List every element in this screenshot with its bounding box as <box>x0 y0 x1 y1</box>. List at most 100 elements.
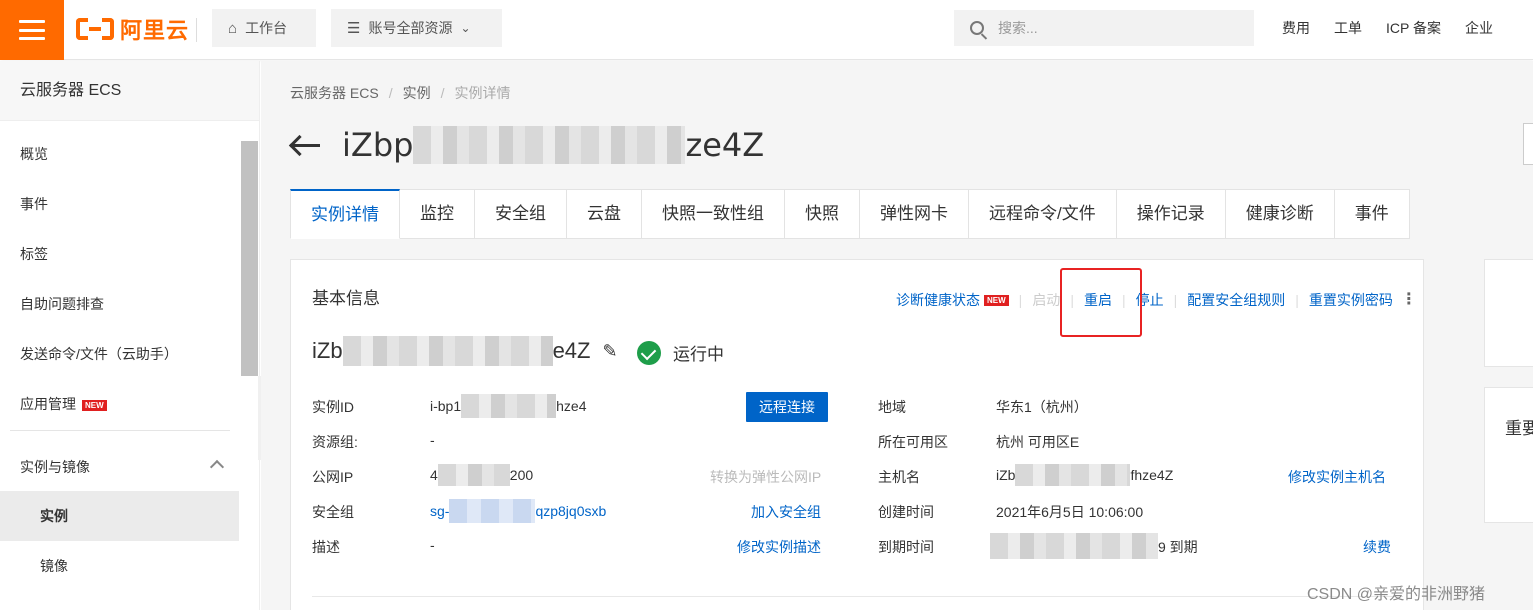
important-label: 重要 <box>1505 419 1533 438</box>
resource-label: 账号全部资源 <box>368 20 453 36</box>
instance-actions: 诊断健康状态 NEW | 启动 | 重启 | 停止 | 配置安全组规则 | 重置… <box>896 290 1417 310</box>
sidebar-title: 云服务器 ECS <box>0 61 259 121</box>
card-title: 基本信息 <box>312 289 380 308</box>
sidebar-item-overview[interactable]: 概览 <box>0 129 240 179</box>
sidebar-item-tags[interactable]: 标签 <box>0 229 240 279</box>
edit-pencil-icon[interactable]: ✎ <box>602 341 617 362</box>
watermark: CSDN @亲爱的非洲野猪 <box>1307 586 1486 603</box>
sidebar: 云服务器 ECS 概览 事件 标签 自助问题排查 发送命令/文件（云助手） 应用… <box>0 61 260 610</box>
tab-operation-log[interactable]: 操作记录 <box>1116 189 1226 239</box>
sidebar-item-images[interactable]: 镜像 <box>0 541 240 591</box>
sidebar-item-events[interactable]: 事件 <box>0 179 240 229</box>
search-placeholder: 搜索... <box>998 20 1038 36</box>
renew-link[interactable]: 续费 <box>1363 537 1391 557</box>
search-input[interactable]: 搜索... <box>954 10 1254 46</box>
tab-monitoring[interactable]: 监控 <box>400 189 475 239</box>
check-circle-icon <box>637 340 661 365</box>
menu-button[interactable] <box>0 0 64 60</box>
instance-id-value: i-bp1 hze4 <box>430 394 587 418</box>
description-value: - <box>430 537 435 553</box>
sidebar-item-troubleshoot[interactable]: 自助问题排查 <box>0 279 240 329</box>
brand-name: 阿里云 <box>120 18 190 43</box>
sidebar-group-label: 实例与镜像 <box>20 459 90 475</box>
top-right-control[interactable] <box>1523 123 1533 165</box>
workbench-button[interactable]: ⌂ 工作台 <box>212 9 316 47</box>
page-title: iZbp ze4Z <box>290 123 764 167</box>
title-suffix: ze4Z <box>685 126 765 164</box>
security-rules-link[interactable]: 配置安全组规则 <box>1187 290 1285 310</box>
tab-snapshots[interactable]: 快照 <box>785 189 860 239</box>
tab-security-group[interactable]: 安全组 <box>475 189 567 239</box>
basic-info-card: 基本信息 诊断健康状态 NEW | 启动 | 重启 | 停止 | 配置安全组规则… <box>290 259 1424 610</box>
redacted-blur <box>342 336 553 366</box>
public-ip-value: 4 200 <box>430 464 533 486</box>
top-link-icp[interactable]: ICP 备案 <box>1386 18 1441 38</box>
tab-events[interactable]: 事件 <box>1334 189 1410 239</box>
join-security-group-link[interactable]: 加入安全组 <box>751 502 821 522</box>
breadcrumb-current: 实例详情 <box>454 85 511 101</box>
instance-name-prefix: iZb <box>312 338 343 363</box>
breadcrumb-ecs[interactable]: 云服务器 ECS <box>290 85 379 101</box>
right-side-panel <box>1484 259 1533 367</box>
created-time-value: 2021年6月5日 10:06:00 <box>996 504 1144 520</box>
label-public-ip: 公网IP <box>312 469 354 485</box>
hamburger-icon <box>19 20 45 40</box>
label-zone: 所在可用区 <box>878 434 948 450</box>
label-resource-group: 资源组: <box>312 434 358 450</box>
chevron-up-icon <box>209 459 225 475</box>
sidebar-item-app-management[interactable]: 应用管理 NEW <box>0 379 240 429</box>
start-button[interactable]: 启动 <box>1032 290 1060 310</box>
label-created-time: 创建时间 <box>878 504 934 520</box>
edit-hostname-link[interactable]: 修改实例主机名 <box>1288 467 1386 487</box>
breadcrumb-instances[interactable]: 实例 <box>403 85 431 101</box>
expire-time-value: 9 到期 <box>990 533 1198 560</box>
tab-health-diagnosis[interactable]: 健康诊断 <box>1225 189 1335 239</box>
reset-password-link[interactable]: 重置实例密码 <box>1309 290 1393 310</box>
tab-bar: 实例详情 监控 安全组 云盘 快照一致性组 快照 弹性网卡 远程命令/文件 操作… <box>290 189 1410 239</box>
aliyun-logo-icon <box>76 16 114 42</box>
label-hostname: 主机名 <box>878 469 920 485</box>
server-icon: ☰ <box>347 20 361 37</box>
convert-eip-link[interactable]: 转换为弹性公网IP <box>710 467 821 487</box>
search-icon <box>970 21 984 35</box>
edit-description-link[interactable]: 修改实例描述 <box>737 537 821 557</box>
label-description: 描述 <box>312 539 340 555</box>
tab-instance-details[interactable]: 实例详情 <box>290 189 400 239</box>
label-instance-id: 实例ID <box>312 399 354 415</box>
right-side-panel-important: 重要 <box>1484 387 1533 523</box>
label-expire-time: 到期时间 <box>878 539 934 555</box>
divider <box>196 18 197 42</box>
resource-group-value: - <box>430 432 435 448</box>
top-link-enterprise[interactable]: 企业 <box>1465 18 1493 38</box>
redacted-blur <box>413 126 686 164</box>
breadcrumb: 云服务器 ECS / 实例 / 实例详情 <box>290 85 511 101</box>
new-badge: NEW <box>984 294 1009 306</box>
top-link-billing[interactable]: 费用 <box>1282 18 1310 38</box>
sidebar-scrollbar[interactable] <box>241 141 258 376</box>
tab-eni[interactable]: 弹性网卡 <box>860 189 969 239</box>
security-group-link[interactable]: sg-qzp8jq0sxb <box>430 499 606 523</box>
sidebar-item-send-command[interactable]: 发送命令/文件（云助手） <box>0 329 240 379</box>
card-divider <box>312 596 1403 597</box>
remote-connect-button[interactable]: 远程连接 <box>746 392 828 422</box>
instance-name: iZb e4Z ✎ <box>312 336 618 366</box>
sidebar-item-label: 应用管理 <box>20 396 76 412</box>
sidebar-group-instances-images[interactable]: 实例与镜像 <box>0 442 240 492</box>
tab-remote-command[interactable]: 远程命令/文件 <box>969 189 1117 239</box>
resource-selector[interactable]: ☰ 账号全部资源 ⌄ <box>331 9 502 47</box>
tab-snapshot-consistency[interactable]: 快照一致性组 <box>642 189 785 239</box>
label-security-group: 安全组 <box>312 504 354 520</box>
new-badge: NEW <box>82 399 107 411</box>
status-badge: 运行中 <box>637 340 724 365</box>
main-content: 云服务器 ECS / 实例 / 实例详情 iZbp ze4Z 实例详情 监控 安全组 云… <box>261 61 1533 610</box>
sidebar-item-instances[interactable]: 实例 <box>0 491 239 541</box>
instance-name-suffix: e4Z <box>552 338 591 363</box>
top-link-ticket[interactable]: 工单 <box>1334 18 1362 38</box>
tab-disks[interactable]: 云盘 <box>567 189 642 239</box>
brand-logo[interactable]: 阿里云 <box>76 14 189 44</box>
diagnose-health-link[interactable]: 诊断健康状态 <box>896 290 980 310</box>
sidebar-divider <box>10 430 230 431</box>
zone-value: 杭州 可用区E <box>996 434 1080 450</box>
more-vertical-icon[interactable]: ⋮ <box>1401 292 1417 308</box>
back-arrow-icon[interactable] <box>290 135 320 155</box>
